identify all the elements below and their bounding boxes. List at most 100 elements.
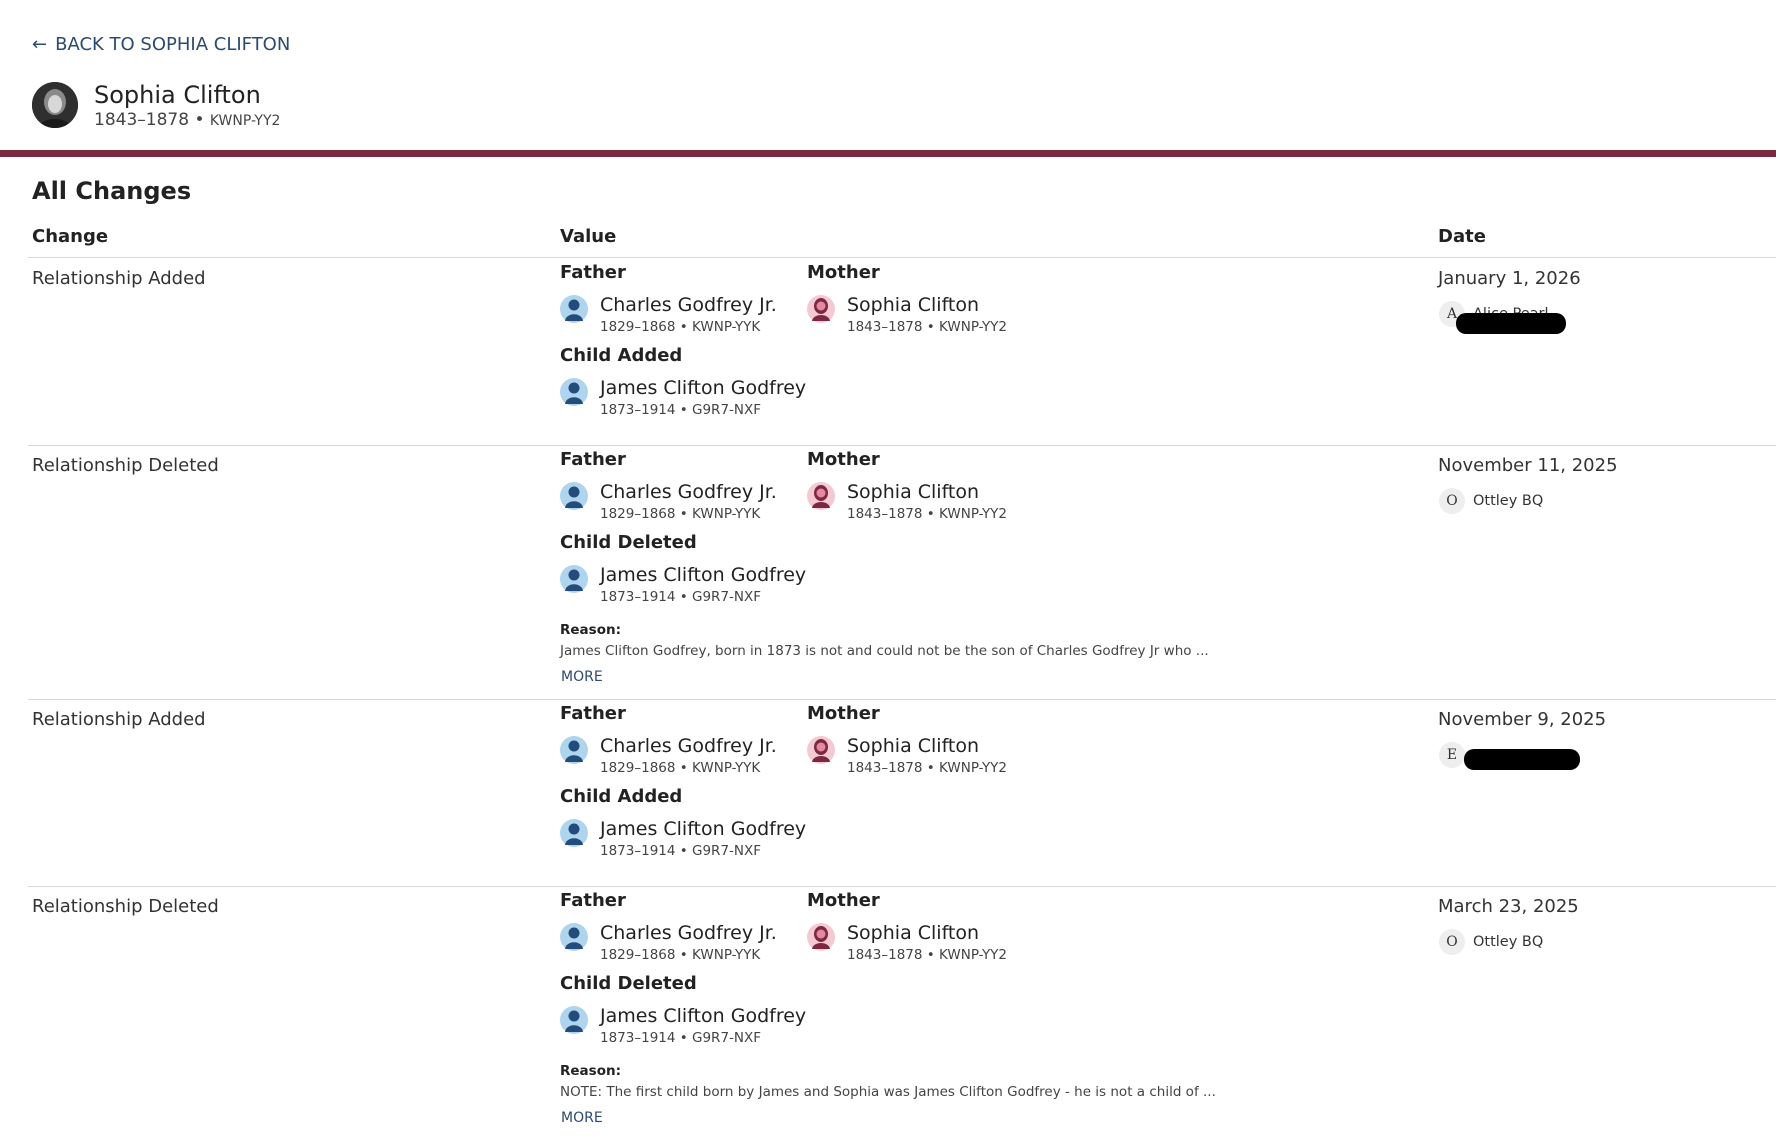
person-meta: 1829–1868 • KWNP-YYK bbox=[600, 760, 761, 776]
father-label: Father bbox=[560, 890, 626, 911]
person-meta: 1829–1868 • KWNP-YYK bbox=[600, 319, 761, 335]
mother-label: Mother bbox=[807, 703, 880, 724]
person-info: James Clifton Godfrey 1873–1914 • G9R7-NX… bbox=[600, 375, 806, 418]
mother-label: Mother bbox=[807, 262, 880, 283]
person-name[interactable]: Sophia Clifton bbox=[847, 479, 1007, 505]
person-meta: 1843–1878 • KWNP-YY2 bbox=[847, 760, 1008, 776]
change-date: January 1, 2026 bbox=[1438, 268, 1581, 289]
person-info: Sophia Clifton 1843–1878 • KWNP-YY2 bbox=[847, 733, 1007, 776]
person-name[interactable]: James Clifton Godfrey bbox=[600, 816, 806, 842]
person-name[interactable]: Charles Godfrey Jr. bbox=[600, 920, 777, 946]
arrow-left-icon: ← bbox=[32, 33, 48, 55]
person-link[interactable]: Charles Godfrey Jr. 1829–1868 • KWNP-YYK bbox=[560, 292, 777, 335]
person-name: Sophia Clifton bbox=[94, 81, 261, 109]
section-title: All Changes bbox=[32, 177, 192, 205]
person-link[interactable]: Sophia Clifton 1843–1878 • KWNP-YY2 bbox=[807, 733, 1007, 776]
person-link[interactable]: Sophia Clifton 1843–1878 • KWNP-YY2 bbox=[807, 292, 1007, 335]
contributor[interactable]: O Ottley BQ bbox=[1439, 929, 1543, 955]
person-info: Charles Godfrey Jr. 1829–1868 • KWNP-YYK bbox=[600, 479, 777, 522]
change-type: Relationship Added bbox=[32, 268, 206, 289]
female-silhouette-icon bbox=[807, 736, 835, 764]
person-info: Sophia Clifton 1843–1878 • KWNP-YY2 bbox=[847, 920, 1007, 963]
person-meta: 1843–1878 • KWNP-YY2 bbox=[847, 319, 1008, 335]
person-info: Charles Godfrey Jr. 1829–1868 • KWNP-YYK bbox=[600, 920, 777, 963]
person-meta: 1843–1878 • KWNP-YY2 bbox=[94, 110, 280, 130]
person-name[interactable]: Charles Godfrey Jr. bbox=[600, 479, 777, 505]
table-divider bbox=[28, 257, 1776, 258]
person-name[interactable]: Sophia Clifton bbox=[847, 920, 1007, 946]
change-type: Relationship Added bbox=[32, 709, 206, 730]
person-name[interactable]: James Clifton Godfrey bbox=[600, 375, 806, 401]
person-meta: 1843–1878 • KWNP-YY2 bbox=[847, 947, 1008, 963]
person-meta: 1873–1914 • G9R7-NXF bbox=[600, 843, 762, 859]
person-name[interactable]: James Clifton Godfrey bbox=[600, 1003, 806, 1029]
father-label: Father bbox=[560, 449, 626, 470]
meta-separator: • bbox=[194, 110, 210, 130]
person-id: KWNP-YY2 bbox=[209, 113, 281, 129]
person-info: James Clifton Godfrey 1873–1914 • G9R7-NX… bbox=[600, 816, 806, 859]
contributor-name[interactable]: Ottley BQ bbox=[1473, 934, 1543, 950]
person-info: James Clifton Godfrey 1873–1914 • G9R7-NX… bbox=[600, 562, 806, 605]
reason-label: Reason: bbox=[560, 622, 621, 638]
header-accent-bar bbox=[0, 150, 1776, 157]
person-meta: 1873–1914 • G9R7-NXF bbox=[600, 589, 762, 605]
father-label: Father bbox=[560, 262, 626, 283]
person-link[interactable]: Sophia Clifton 1843–1878 • KWNP-YY2 bbox=[807, 920, 1007, 963]
child-status-label: Child Added bbox=[560, 345, 683, 366]
change-date: November 9, 2025 bbox=[1438, 709, 1607, 730]
change-type: Relationship Deleted bbox=[32, 896, 219, 917]
contributor[interactable]: O Ottley BQ bbox=[1439, 488, 1543, 514]
column-header-date: Date bbox=[1438, 226, 1486, 247]
more-link[interactable]: MORE bbox=[561, 669, 603, 685]
person-info: James Clifton Godfrey 1873–1914 • G9R7-NX… bbox=[600, 1003, 806, 1046]
person-meta: 1873–1914 • G9R7-NXF bbox=[600, 1030, 762, 1046]
person-link[interactable]: Charles Godfrey Jr. 1829–1868 • KWNP-YYK bbox=[560, 479, 777, 522]
male-silhouette-icon bbox=[560, 736, 588, 764]
person-link[interactable]: James Clifton Godfrey 1873–1914 • G9R7-NX… bbox=[560, 1003, 806, 1046]
person-name[interactable]: Charles Godfrey Jr. bbox=[600, 733, 777, 759]
redaction-bar bbox=[1464, 749, 1580, 770]
person-link[interactable]: James Clifton Godfrey 1873–1914 • G9R7-NX… bbox=[560, 562, 806, 605]
person-header: Sophia Clifton 1843–1878 • KWNP-YY2 bbox=[32, 80, 280, 130]
more-link[interactable]: MORE bbox=[561, 1110, 603, 1126]
female-silhouette-icon bbox=[807, 482, 835, 510]
contributor-name[interactable]: Ottley BQ bbox=[1473, 493, 1543, 509]
person-link[interactable]: James Clifton Godfrey 1873–1914 • G9R7-NX… bbox=[560, 816, 806, 859]
male-silhouette-icon bbox=[560, 923, 588, 951]
father-label: Father bbox=[560, 703, 626, 724]
column-header-value: Value bbox=[560, 226, 617, 247]
reason-text: James Clifton Godfrey, born in 1873 is n… bbox=[560, 643, 1209, 659]
child-status-label: Child Deleted bbox=[560, 532, 697, 553]
reason-label: Reason: bbox=[560, 1063, 621, 1079]
change-date: March 23, 2025 bbox=[1438, 896, 1579, 917]
person-portrait[interactable] bbox=[32, 82, 78, 128]
male-silhouette-icon bbox=[560, 378, 588, 406]
change-type: Relationship Deleted bbox=[32, 455, 219, 476]
person-name[interactable]: Sophia Clifton bbox=[847, 292, 1007, 318]
contributor-initial: E bbox=[1439, 742, 1465, 768]
row-divider bbox=[28, 886, 1776, 887]
person-meta: 1873–1914 • G9R7-NXF bbox=[600, 402, 762, 418]
person-info: Sophia Clifton 1843–1878 • KWNP-YY2 bbox=[847, 479, 1007, 522]
contributor-initial: O bbox=[1439, 488, 1465, 514]
person-link[interactable]: Charles Godfrey Jr. 1829–1868 • KWNP-YYK bbox=[560, 733, 777, 776]
female-silhouette-icon bbox=[807, 923, 835, 951]
redaction-bar bbox=[1456, 313, 1566, 334]
person-link[interactable]: Sophia Clifton 1843–1878 • KWNP-YY2 bbox=[807, 479, 1007, 522]
mother-label: Mother bbox=[807, 449, 880, 470]
person-info: Charles Godfrey Jr. 1829–1868 • KWNP-YYK bbox=[600, 292, 777, 335]
back-link[interactable]: ← BACK TO SOPHIA CLIFTON bbox=[32, 34, 290, 55]
person-link[interactable]: James Clifton Godfrey 1873–1914 • G9R7-NX… bbox=[560, 375, 806, 418]
person-meta: 1829–1868 • KWNP-YYK bbox=[600, 506, 761, 522]
person-link[interactable]: Charles Godfrey Jr. 1829–1868 • KWNP-YYK bbox=[560, 920, 777, 963]
male-silhouette-icon bbox=[560, 1006, 588, 1034]
male-silhouette-icon bbox=[560, 295, 588, 323]
change-date: November 11, 2025 bbox=[1438, 455, 1618, 476]
person-name[interactable]: Sophia Clifton bbox=[847, 733, 1007, 759]
person-name[interactable]: James Clifton Godfrey bbox=[600, 562, 806, 588]
child-status-label: Child Added bbox=[560, 786, 683, 807]
row-divider bbox=[28, 699, 1776, 700]
person-name[interactable]: Charles Godfrey Jr. bbox=[600, 292, 777, 318]
column-header-change: Change bbox=[32, 226, 109, 247]
child-status-label: Child Deleted bbox=[560, 973, 697, 994]
